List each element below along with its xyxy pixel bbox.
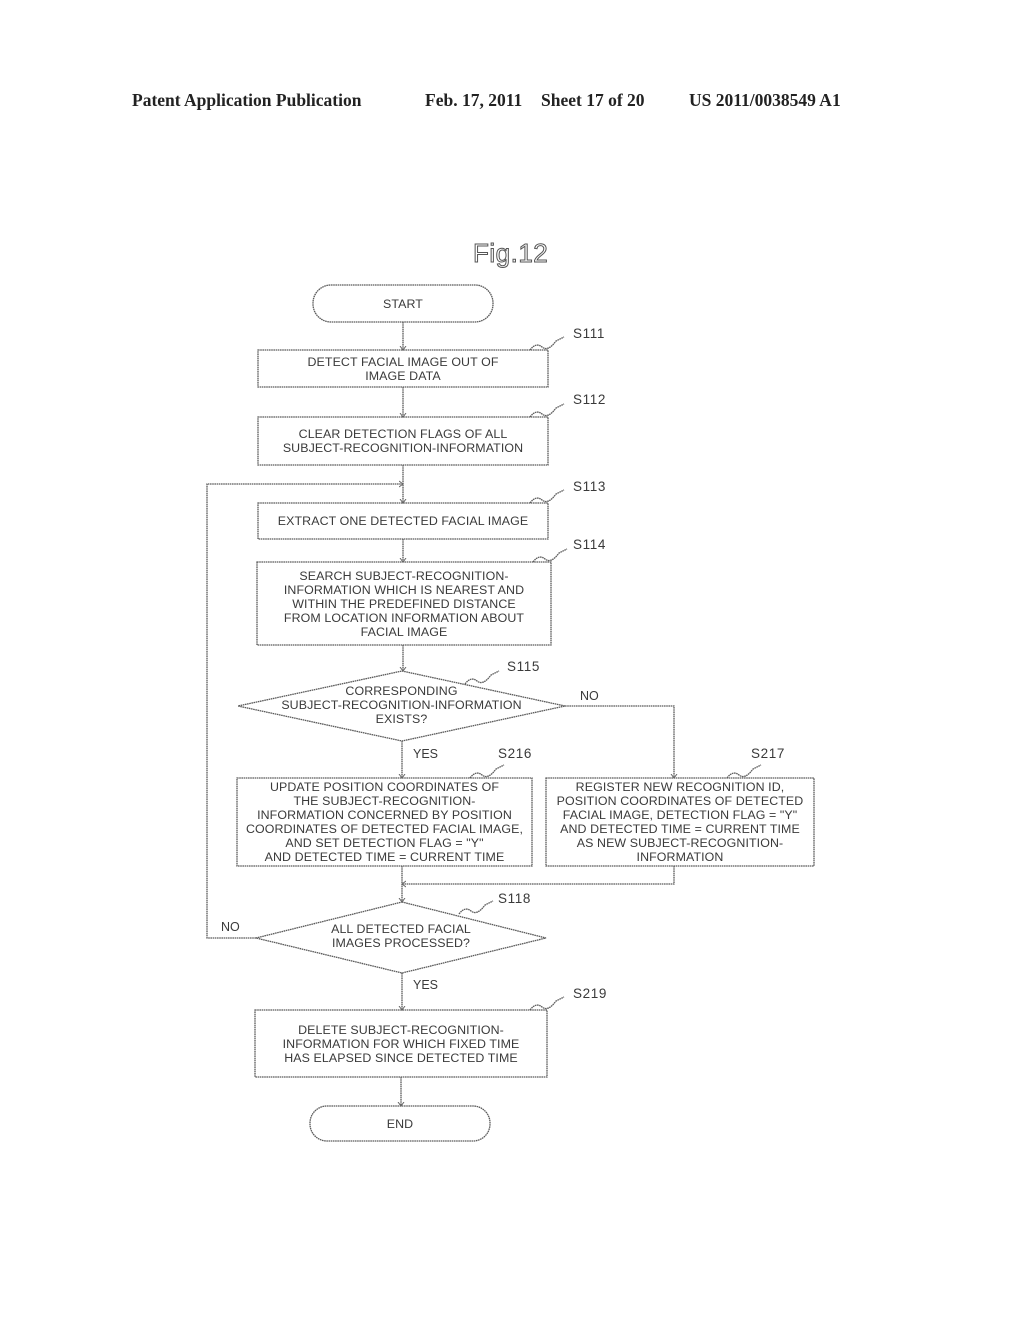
end-text: END <box>386 1116 414 1131</box>
s112-leader <box>529 403 565 418</box>
s114-text: SEARCH SUBJECT-RECOGNITION- INFORMATION … <box>283 568 525 639</box>
start-text: START <box>383 296 423 311</box>
s111-leader <box>529 336 565 351</box>
s115-label: S115 <box>507 659 540 674</box>
s216-leader <box>469 764 505 779</box>
s115-yes-label: YES <box>413 747 439 761</box>
s216-label: S216 <box>498 746 532 761</box>
s217-text: REGISTER NEW RECOGNITION ID, POSITION CO… <box>556 780 804 864</box>
s118-text: ALL DETECTED FACIAL IMAGES PROCESSED? <box>331 922 471 950</box>
s118-no-label: NO <box>221 920 240 934</box>
s219-label: S219 <box>573 986 607 1001</box>
s115-no-label: NO <box>580 689 599 703</box>
s113-text: EXTRACT ONE DETECTED FACIAL IMAGE <box>277 514 529 528</box>
s113-leader <box>529 489 565 504</box>
s217-leader <box>726 764 762 779</box>
s113-label: S113 <box>573 479 606 494</box>
s219-leader <box>529 996 565 1011</box>
s111-text: DETECT FACIAL IMAGE OUT OF IMAGE DATA <box>307 354 499 383</box>
s217-label: S217 <box>751 746 785 761</box>
s118-leader <box>458 900 494 915</box>
s112-label: S112 <box>573 392 606 407</box>
s114-label: S114 <box>573 537 606 552</box>
s118-yes-label: YES <box>413 978 439 992</box>
s115-text: CORRESPONDING SUBJECT-RECOGNITION-INFORM… <box>281 684 522 726</box>
s111-label: S111 <box>573 326 605 341</box>
s216-text: UPDATE POSITION COORDINATES OF THE SUBJE… <box>245 780 523 864</box>
s118-label: S118 <box>498 891 531 906</box>
s114-leader <box>532 548 568 563</box>
edge-s217-s118 <box>402 866 675 884</box>
s112-text: CLEAR DETECTION FLAGS OF ALL SUBJECT-REC… <box>282 427 524 455</box>
s219-text: DELETE SUBJECT-RECOGNITION- INFORMATION … <box>282 1022 520 1065</box>
edge-s115-s217 <box>565 705 674 778</box>
